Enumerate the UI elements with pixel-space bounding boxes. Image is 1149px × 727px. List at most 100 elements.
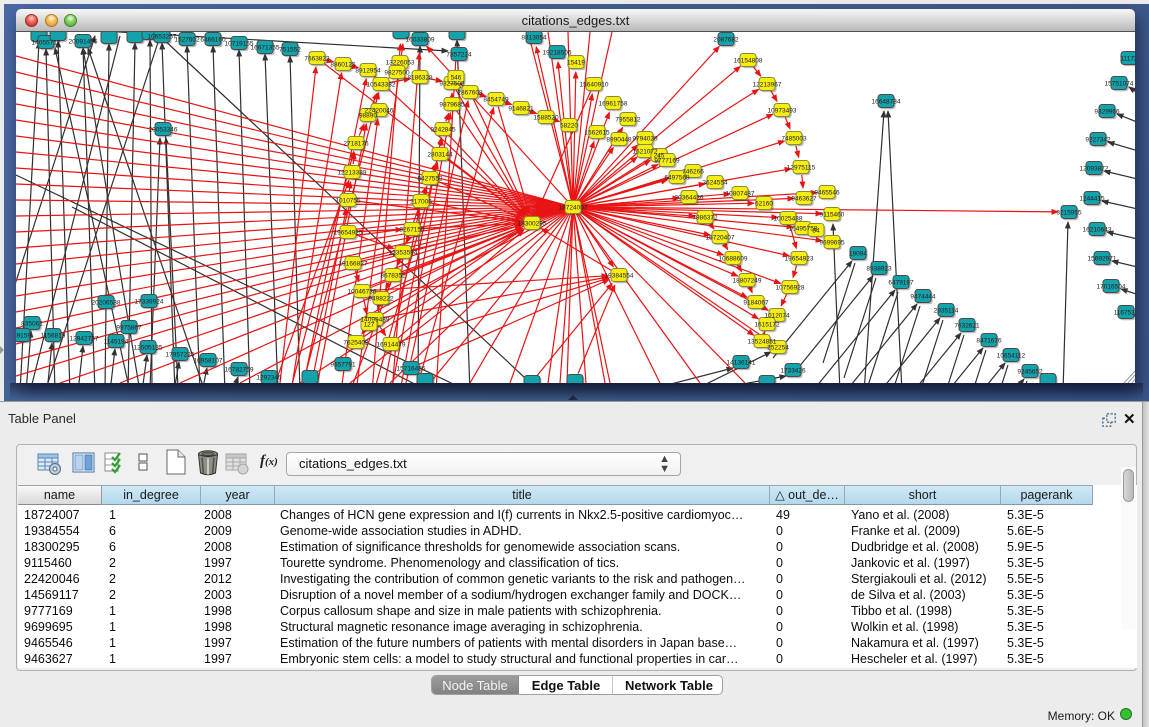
svg-text:751552: 751552 [279,47,301,54]
svg-text:17339924: 17339924 [135,299,164,306]
svg-text:16154808: 16154808 [734,58,763,65]
svg-text:8678352: 8678352 [380,273,406,280]
svg-text:15720407: 15720407 [706,235,735,242]
svg-text:10756928: 10756928 [776,285,805,292]
svg-text:8186328: 8186328 [407,75,433,82]
svg-text:10807487: 10807487 [726,191,755,198]
svg-text:9115460: 9115460 [820,212,845,219]
svg-text:14055712: 14055712 [32,40,61,47]
svg-text:98890: 98890 [359,113,377,120]
svg-text:12505135: 12505135 [134,345,163,352]
svg-text:9463627: 9463627 [791,196,817,203]
svg-text:62160: 62160 [755,201,773,208]
svg-text:1527602: 1527602 [174,37,200,44]
svg-text:9794028: 9794028 [632,136,658,143]
svg-text:1244415: 1244415 [1079,196,1105,203]
svg-text:19166827: 19166827 [339,261,368,268]
svg-text:17957225: 17957225 [166,352,195,359]
svg-text:2087682: 2087682 [713,37,739,44]
svg-text:8912954: 8912954 [355,68,381,75]
svg-text:10958107: 10958107 [194,358,223,365]
svg-text:9465546: 9465546 [814,190,840,197]
svg-text:8471676: 8471676 [976,338,1002,345]
svg-text:1167533: 1167533 [1114,310,1135,317]
svg-text:10973493: 10973493 [768,108,797,115]
svg-text:12353594: 12353594 [389,250,418,257]
svg-text:16671355: 16671355 [251,45,280,52]
svg-text:10025488: 10025488 [774,216,803,223]
svg-text:12213967: 12213967 [753,82,782,89]
svg-text:1010755: 1010755 [335,198,361,205]
svg-text:1012074: 1012074 [764,313,790,320]
svg-text:16210643: 16210643 [1083,227,1112,234]
svg-text:16648784: 16648784 [872,99,901,106]
svg-text:18300295: 18300295 [518,221,547,228]
svg-text:8267150: 8267150 [399,227,425,234]
svg-text:9879685: 9879685 [439,102,465,109]
svg-text:20206538: 20206538 [92,300,121,307]
svg-text:84: 84 [812,228,820,235]
svg-text:19654923: 19654923 [785,256,814,263]
svg-text:7632621: 7632621 [954,323,980,330]
svg-text:8813054: 8813054 [521,35,547,42]
svg-text:7857224: 7857224 [446,52,472,59]
svg-text:1156819: 1156819 [41,333,66,340]
svg-text:16961758: 16961758 [599,101,628,108]
svg-text:19384554: 19384554 [605,273,634,280]
svg-text:8427552: 8427552 [417,176,443,183]
svg-text:9242845: 9242845 [430,127,456,134]
svg-text:7625402: 7625402 [343,340,369,347]
svg-text:1588520: 1588520 [533,115,559,122]
svg-text:9975867: 9975867 [116,325,142,332]
svg-text:1292346: 1292346 [256,375,282,382]
svg-text:7663822: 7663822 [304,56,330,63]
svg-text:58220: 58220 [560,123,578,130]
svg-text:7485003: 7485003 [781,136,807,143]
svg-text:8454749: 8454749 [483,97,509,104]
svg-text:20091406: 20091406 [69,39,98,46]
svg-text:9227342: 9227342 [1085,137,1111,144]
svg-text:252254: 252254 [767,345,789,352]
svg-text:15419: 15419 [567,60,585,67]
svg-text:19218506: 19218506 [543,50,572,57]
svg-text:19654925: 19654925 [334,230,363,237]
svg-text:15640910: 15640910 [580,82,609,89]
svg-text:12213389: 12213389 [338,170,367,177]
svg-text:12942737: 12942737 [70,336,99,343]
svg-text:20364436: 20364436 [675,195,704,202]
svg-text:10654112: 10654112 [997,353,1026,360]
svg-text:1733426: 1733426 [780,368,806,375]
svg-text:3624554: 3624554 [702,180,728,187]
svg-text:127: 127 [364,322,375,329]
svg-text:12975115: 12975115 [787,165,816,172]
svg-text:9699695: 9699695 [819,240,845,247]
svg-text:15692971: 15692971 [1088,256,1117,263]
svg-text:15751074: 15751074 [1105,81,1134,88]
svg-text:8860125: 8860125 [330,62,356,69]
svg-text:15716485: 15716485 [397,366,426,373]
svg-text:217006: 217006 [410,199,432,206]
svg-text:7986372: 7986372 [692,215,718,222]
svg-text:7955812: 7955812 [615,117,641,124]
svg-text:9184067: 9184067 [743,300,769,307]
svg-text:18724007: 18724007 [559,205,588,212]
svg-text:1615172: 1615172 [754,322,780,329]
svg-text:16033809: 16033809 [406,37,435,44]
svg-text:2803144: 2803144 [427,152,453,159]
svg-text:9474444: 9474444 [910,294,936,301]
svg-text:546: 546 [451,75,462,82]
svg-text:8990448: 8990448 [606,137,632,144]
svg-text:9327508: 9327508 [439,81,465,88]
svg-text:9777169: 9777169 [654,158,680,165]
svg-text:39159: 39159 [16,333,31,340]
svg-text:6466160: 6466160 [200,37,226,44]
svg-text:2718176: 2718176 [343,141,369,148]
svg-text:3215955: 3215955 [1056,210,1082,217]
svg-text:10653267: 10653267 [148,34,177,41]
svg-text:8938923: 8938923 [866,266,892,273]
svg-text:9827500: 9827500 [384,70,410,77]
svg-text:6497568: 6497568 [664,175,690,182]
svg-text:10543382: 10543382 [367,82,396,89]
svg-text:9498222: 9498222 [368,296,394,303]
svg-text:18807249: 18807249 [733,278,762,285]
